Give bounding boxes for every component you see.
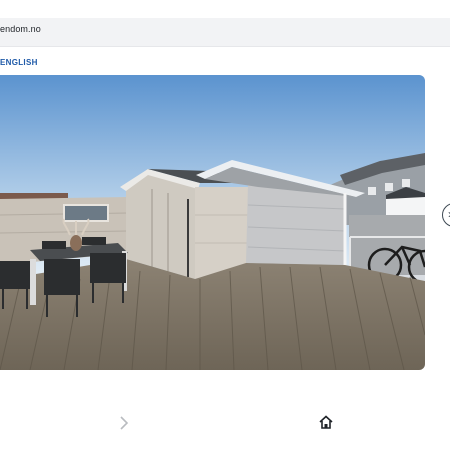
next-image-button[interactable]: › xyxy=(442,203,450,227)
rooftop-terrace-image xyxy=(0,75,425,370)
url-text: endom.no xyxy=(0,24,41,34)
property-photo[interactable] xyxy=(0,75,425,370)
browser-bottom-toolbar xyxy=(0,405,450,450)
status-strip xyxy=(0,0,450,18)
language-link[interactable]: ENGLISH xyxy=(0,58,38,67)
home-icon[interactable] xyxy=(318,414,334,430)
address-bar[interactable]: endom.no xyxy=(0,18,450,47)
chevron-right-icon[interactable] xyxy=(116,415,132,431)
